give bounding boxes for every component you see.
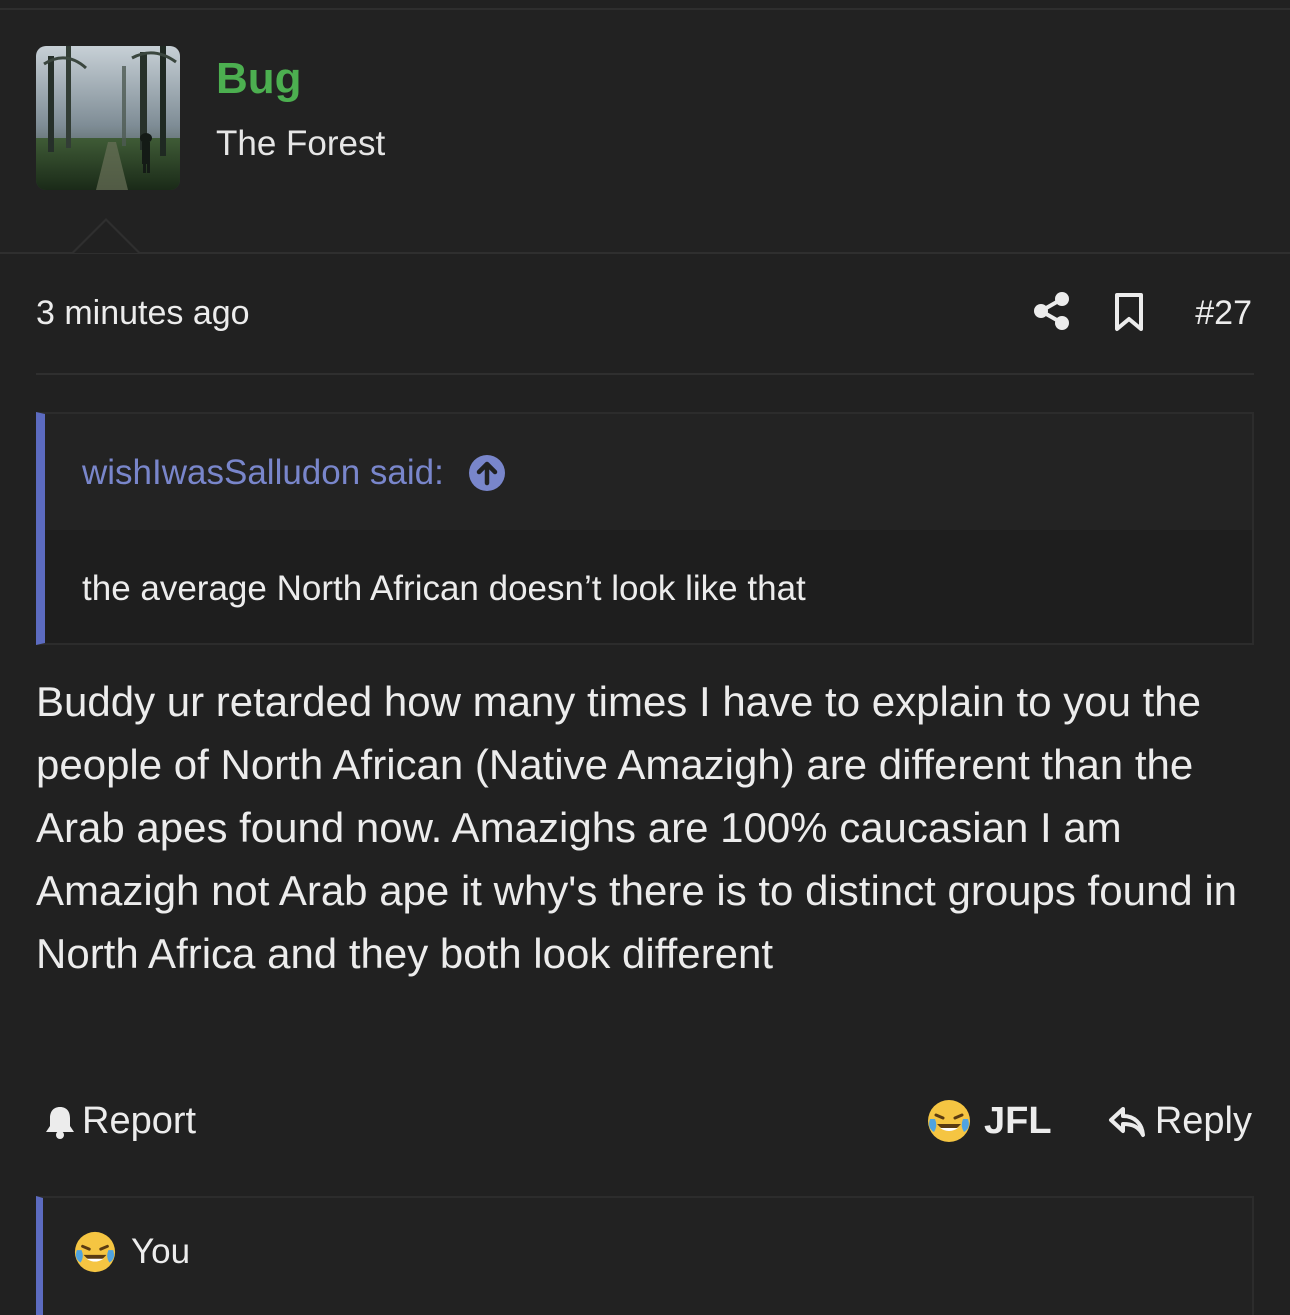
share-icon[interactable]: [1032, 290, 1072, 332]
user-title: The Forest: [216, 124, 386, 163]
quote-text: the average North African doesn’t look l…: [82, 569, 806, 608]
quote-block: wishIwasSalludon said: the average North…: [36, 412, 1254, 645]
forest-avatar-image: [36, 46, 180, 190]
username[interactable]: Bug: [216, 54, 302, 104]
user-avatar[interactable]: [36, 46, 180, 190]
quote-attribution[interactable]: wishIwasSalludon said:: [82, 452, 506, 494]
post-user-header: Bug The Forest: [0, 10, 1290, 254]
reply-arrow-icon: [1108, 1106, 1145, 1137]
post-number-link[interactable]: #27: [1195, 292, 1252, 334]
post-meta-bar: 3 minutes ago #27: [36, 290, 1254, 336]
bell-icon: [46, 1106, 74, 1139]
post-body-text: Buddy ur retarded how many times I have …: [36, 678, 1238, 977]
post-timestamp[interactable]: 3 minutes ago: [36, 292, 250, 334]
bookmark-icon[interactable]: [1112, 292, 1146, 332]
reaction-summary-label: You: [131, 1232, 191, 1271]
crying-laughing-emoji-icon: [74, 1231, 116, 1273]
reaction-summary[interactable]: You: [73, 1230, 190, 1274]
meta-divider: [36, 373, 1254, 375]
jfl-reaction-button[interactable]: JFL: [926, 1098, 1052, 1144]
reply-label: Reply: [1154, 1100, 1252, 1142]
quote-author-label[interactable]: wishIwasSalludon said:: [82, 452, 444, 494]
header-pointer-fill: [74, 221, 138, 253]
report-button[interactable]: Report: [44, 1100, 196, 1143]
crying-laughing-emoji-icon: [928, 1100, 970, 1142]
post-actions: Report JFL Reply: [36, 1096, 1254, 1148]
quote-header: wishIwasSalludon said:: [45, 414, 1252, 530]
jfl-reaction-label: JFL: [984, 1099, 1052, 1142]
reactions-summary-bar[interactable]: You: [36, 1196, 1254, 1315]
reply-button[interactable]: Reply: [1107, 1100, 1252, 1143]
report-label: Report: [82, 1100, 197, 1142]
arrow-up-circle-icon[interactable]: [468, 454, 506, 492]
